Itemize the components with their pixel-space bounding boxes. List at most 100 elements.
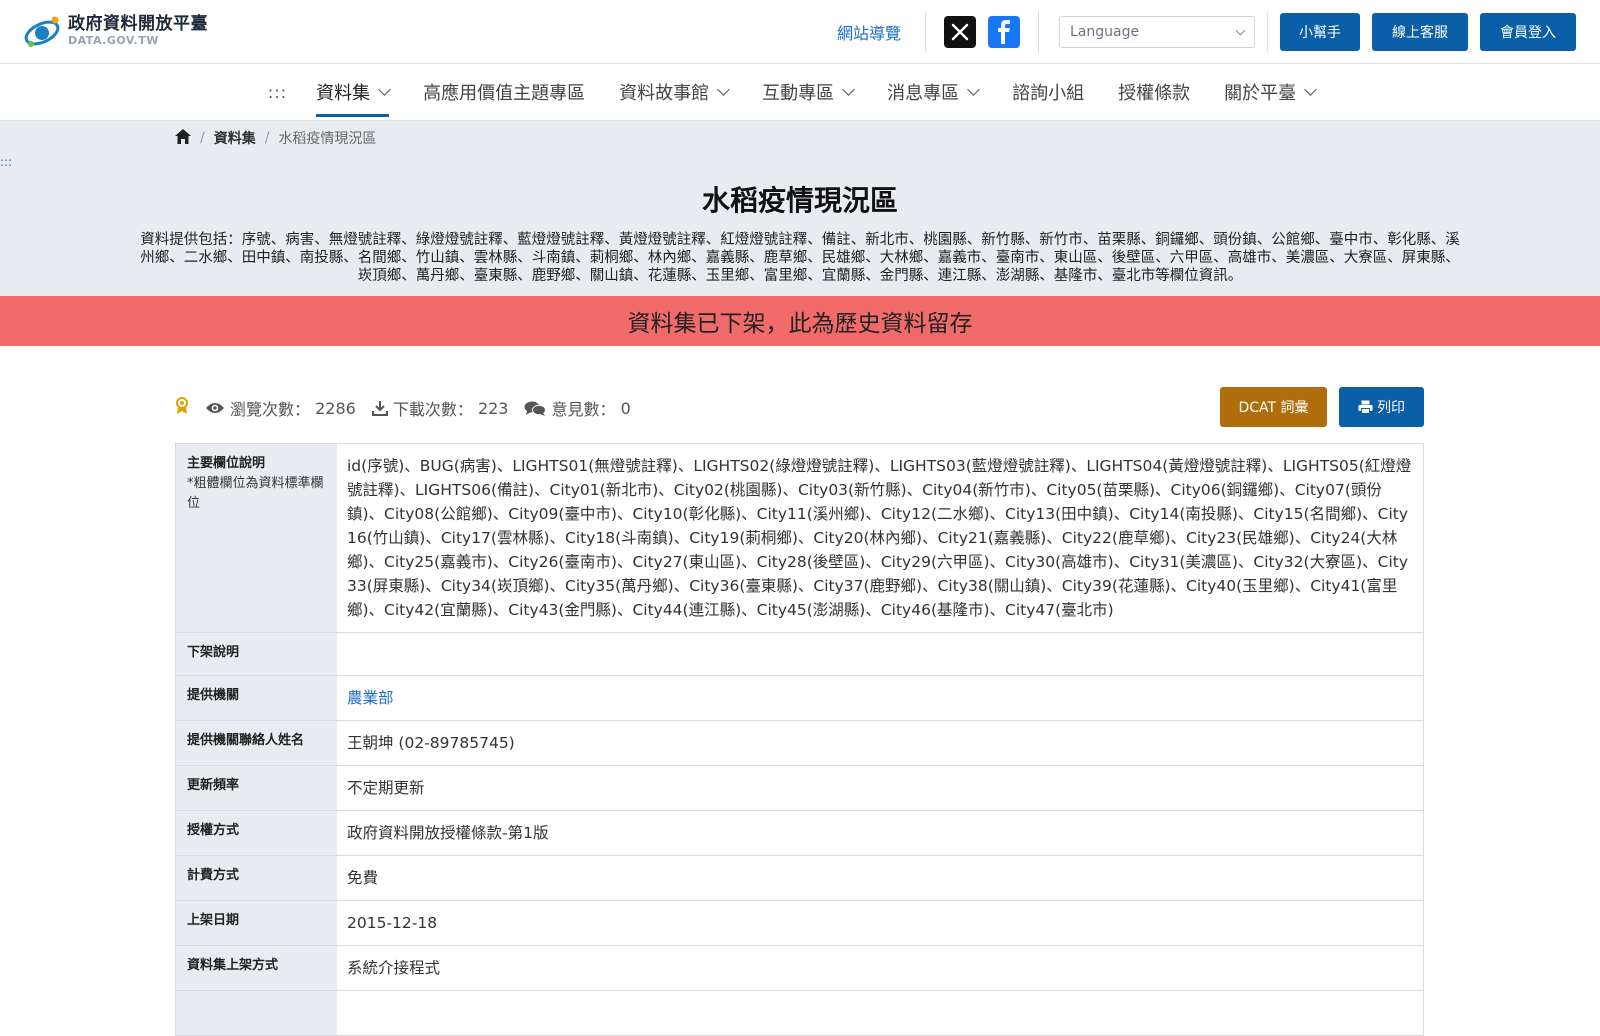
page-title: 水稻疫情現況區 <box>701 184 898 217</box>
helper-button[interactable]: 小幫手 <box>1280 13 1360 51</box>
license-label: 授權方式 <box>176 811 337 855</box>
contact-value: 王朝坤 (02-89785745) <box>347 734 515 752</box>
fields-note: *粗體欄位為資料標準欄位 <box>187 476 324 511</box>
facebook-icon[interactable] <box>988 16 1020 48</box>
breadcrumb-separator: / <box>200 130 205 146</box>
table-row: 下架說明 <box>176 633 1423 676</box>
site-logo[interactable]: 政府資料開放平臺 DATA.GOV.TW <box>22 11 208 51</box>
x-icon[interactable] <box>944 16 976 48</box>
table-row: 上架日期 2015-12-18 <box>176 901 1423 946</box>
frequency-value: 不定期更新 <box>347 779 425 797</box>
home-icon[interactable] <box>175 128 191 148</box>
chevron-down-icon <box>717 83 730 96</box>
fields-value: id(序號)、BUG(病害)、LIGHTS01(無燈號註釋)、LIGHTS02(… <box>347 457 1412 619</box>
delisted-banner: 資料集已下架，此為歷史資料留存 <box>0 296 1600 346</box>
print-button[interactable]: 列印 <box>1339 387 1424 427</box>
nav-item-news[interactable]: 消息專區 <box>870 64 995 121</box>
stats-bar: 瀏覽次數： 2286 下載次數： 223 意見數： 0 DCAT 詞彙 列印 <box>0 346 1600 443</box>
divider <box>925 12 926 52</box>
license-value: 政府資料開放授權條款-第1版 <box>347 824 549 842</box>
method-value: 系統介接程式 <box>347 959 441 977</box>
nav-item-advisory[interactable]: 諮詢小組 <box>995 64 1101 121</box>
breadcrumb-current: 水稻疫情現況區 <box>278 131 377 147</box>
breadcrumb-datasets[interactable]: 資料集 <box>214 128 256 148</box>
content-accesskey[interactable]: ::: <box>0 155 12 169</box>
download-count-value: 223 <box>477 398 509 418</box>
download-count-label: 下載次數： <box>392 400 473 419</box>
nav-item-stories[interactable]: 資料故事館 <box>602 64 745 121</box>
row-header: 主要欄位說明 *粗體欄位為資料標準欄位 <box>176 444 337 632</box>
table-row: 更新頻率 不定期更新 <box>176 766 1423 811</box>
nav-item-datasets[interactable]: 資料集 <box>299 64 406 121</box>
provider-link[interactable]: 農業部 <box>347 689 394 707</box>
breadcrumb: / 資料集 / 水稻疫情現況區 <box>175 128 376 148</box>
fields-label: 主要欄位說明 <box>187 456 266 471</box>
contact-label: 提供機關聯絡人姓名 <box>176 721 337 765</box>
chevron-down-icon <box>967 83 980 96</box>
published-value: 2015-12-18 <box>347 914 438 932</box>
dataset-hero: / 資料集 / 水稻疫情現況區 ::: 水稻疫情現況區 資料提供包括：序號、病害… <box>0 121 1600 296</box>
table-row: 提供機關 農業部 <box>176 676 1423 721</box>
published-label: 上架日期 <box>176 901 337 945</box>
nav-accesskey[interactable]: ::: <box>268 83 287 102</box>
comment-count-label: 意見數： <box>551 400 616 419</box>
nav-item-label: 關於平臺 <box>1224 83 1297 104</box>
comments-icon <box>524 401 547 416</box>
fee-label: 計費方式 <box>176 856 337 900</box>
view-count-value: 2286 <box>315 398 356 418</box>
chevron-down-icon <box>1304 83 1317 96</box>
nav-item-label: 高應用價值主題專區 <box>423 83 586 104</box>
removal-value <box>337 633 1423 675</box>
dcat-vocabulary-button[interactable]: DCAT 詞彙 <box>1220 387 1327 427</box>
dataset-info-table: 主要欄位說明 *粗體欄位為資料標準欄位 id(序號)、BUG(病害)、LIGHT… <box>175 443 1424 1036</box>
online-service-button[interactable]: 線上客服 <box>1372 13 1468 51</box>
language-select[interactable]: Language <box>1059 16 1255 48</box>
divider <box>1267 12 1268 52</box>
eye-icon <box>206 403 224 413</box>
nav-item-license[interactable]: 授權條款 <box>1101 64 1207 121</box>
view-count: 瀏覽次數： 2286 <box>205 396 356 420</box>
nav-item-label: 授權條款 <box>1118 83 1191 104</box>
breadcrumb-separator: / <box>264 130 270 146</box>
table-row: 主要欄位說明 *粗體欄位為資料標準欄位 id(序號)、BUG(病害)、LIGHT… <box>176 444 1423 633</box>
comment-count: 意見數： 0 <box>524 396 631 420</box>
language-select-value: Language <box>1070 24 1140 40</box>
nav-item-about[interactable]: 關於平臺 <box>1207 64 1332 121</box>
badge-icon <box>175 397 189 419</box>
print-icon <box>1358 400 1373 414</box>
table-row: 授權方式 政府資料開放授權條款-第1版 <box>176 811 1423 856</box>
nav-item-label: 諮詢小組 <box>1012 83 1085 104</box>
removal-label: 下架說明 <box>176 633 337 675</box>
divider <box>1038 12 1039 52</box>
chevron-down-icon <box>842 83 855 96</box>
print-button-label: 列印 <box>1377 400 1405 416</box>
nav-item-label: 消息專區 <box>887 83 960 104</box>
view-count-label: 瀏覽次數： <box>230 400 311 419</box>
table-row: 提供機關聯絡人姓名 王朝坤 (02-89785745) <box>176 721 1423 766</box>
comment-count-value: 0 <box>620 398 631 418</box>
provider-label: 提供機關 <box>176 676 337 720</box>
logo-title: 政府資料開放平臺 <box>68 14 208 34</box>
logo-icon <box>22 11 64 51</box>
frequency-label: 更新頻率 <box>176 766 337 810</box>
site-header: 政府資料開放平臺 DATA.GOV.TW 網站導覽 Language 小幫手 線… <box>0 0 1600 64</box>
login-button[interactable]: 會員登入 <box>1480 13 1576 51</box>
dataset-description: 資料提供包括：序號、病害、無燈號註釋、綠燈燈號註釋、藍燈燈號註釋、黃燈燈號註釋、… <box>140 232 1460 284</box>
table-row: 計費方式 免費 <box>176 856 1423 901</box>
fee-value: 免費 <box>347 869 379 887</box>
chevron-down-icon <box>378 83 391 96</box>
table-row <box>176 991 1423 1036</box>
download-count: 下載次數： 223 <box>371 396 509 420</box>
download-icon <box>371 401 388 416</box>
nav-item-label: 資料故事館 <box>619 83 710 104</box>
sitemap-link[interactable]: 網站導覽 <box>837 20 901 44</box>
logo-subtitle: DATA.GOV.TW <box>68 34 159 47</box>
method-label: 資料集上架方式 <box>176 946 337 990</box>
nav-item-high-value[interactable]: 高應用價值主題專區 <box>406 64 602 121</box>
chevron-down-icon <box>1235 25 1246 35</box>
table-row: 資料集上架方式 系統介接程式 <box>176 946 1423 991</box>
nav-item-label: 互動專區 <box>762 83 835 104</box>
nav-item-label: 資料集 <box>316 83 371 104</box>
nav-item-interactive[interactable]: 互動專區 <box>745 64 870 121</box>
main-nav: ::: 資料集 高應用價值主題專區 資料故事館 互動專區 消息專區 諮詢小組 授… <box>0 64 1600 121</box>
